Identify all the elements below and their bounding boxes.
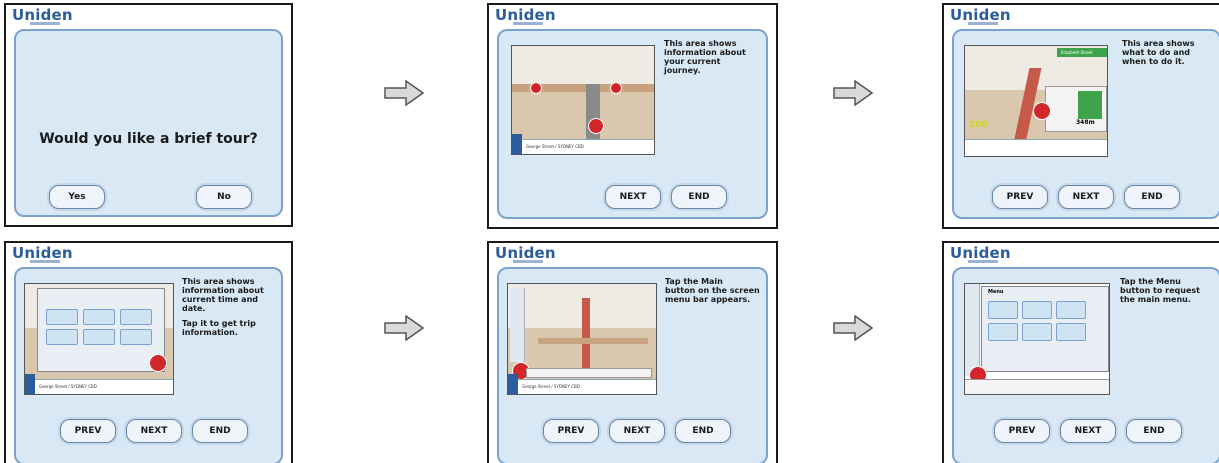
end-button[interactable]: END	[675, 419, 731, 443]
main-menu-window: Menu	[981, 286, 1109, 372]
prev-button[interactable]: PREV	[994, 419, 1050, 443]
navigation-map-preview: George Street / SYDNEY CBD	[511, 45, 655, 155]
tap-pointer-icon	[149, 354, 167, 372]
dialog-panel: George Street / SYDNEY CBD Tap the Main b…	[497, 267, 768, 463]
no-button[interactable]: No	[196, 185, 252, 209]
journey-status-bar[interactable]: George Street / SYDNEY CBD	[512, 139, 654, 154]
end-button[interactable]: END	[1124, 185, 1180, 209]
menu-option[interactable]	[1056, 323, 1086, 341]
next-step-arrow-icon	[384, 314, 425, 342]
route-marker-icon	[610, 82, 622, 94]
menu-option[interactable]	[1022, 301, 1052, 319]
main-button[interactable]	[508, 374, 518, 394]
tour-screen-3: Uniden Elizabeth Street 348m 200 This ar…	[942, 3, 1219, 229]
turn-marker-icon	[1033, 102, 1051, 120]
street-name-sign: Elizabeth Street	[1057, 48, 1107, 57]
logo-tagline	[513, 260, 543, 263]
prev-button[interactable]: PREV	[992, 185, 1048, 209]
menu-option[interactable]	[1056, 301, 1086, 319]
position-marker-icon	[588, 118, 604, 134]
menu-bar[interactable]	[526, 368, 652, 378]
logo-tagline	[968, 22, 998, 25]
menu-bar[interactable]	[965, 379, 1109, 394]
trip-info-window	[37, 288, 165, 372]
dialog-panel: George Street / SYDNEY CBD This area sho…	[14, 267, 283, 463]
side-toolbar	[510, 288, 525, 362]
route-marker-icon	[530, 82, 542, 94]
menu-option[interactable]	[1022, 323, 1052, 341]
turn-arrow-icon	[1078, 91, 1102, 119]
next-step-arrow-icon	[833, 79, 874, 107]
next-button[interactable]: NEXT	[1060, 419, 1116, 443]
dialog-panel: Would you like a brief tour? Yes No	[14, 29, 283, 217]
tour-screen-4: Uniden George Street / SYDNEY CBD This a…	[4, 241, 293, 463]
main-button[interactable]	[25, 374, 35, 394]
tour-question: Would you like a brief tour?	[39, 131, 258, 147]
tour-description: This area shows information about your cur…	[664, 39, 746, 75]
tour-screen-5: Uniden George Street / SYDNEY CBD Tap th…	[487, 241, 778, 463]
logo-tagline	[30, 260, 60, 263]
next-button[interactable]: NEXT	[1058, 185, 1114, 209]
tour-description: Tap the Menu button to request the main me…	[1120, 277, 1200, 304]
journey-status-bar[interactable]	[965, 139, 1107, 156]
next-step-arrow-icon	[833, 314, 874, 342]
side-toolbar	[965, 284, 980, 376]
logo-tagline	[30, 22, 60, 25]
menu-title: Menu	[988, 289, 1004, 295]
tour-screen-1: Uniden Would you like a brief tour? Yes …	[4, 3, 293, 227]
tour-screen-2: Uniden George Street / SYDNEY CBD This a…	[487, 3, 778, 229]
prev-button[interactable]: PREV	[60, 419, 116, 443]
logo-tagline	[513, 22, 543, 25]
navigation-map-preview: Elizabeth Street 348m 200	[964, 45, 1108, 157]
yes-button[interactable]: Yes	[49, 185, 105, 209]
next-step-arrow-icon	[384, 79, 425, 107]
menu-option[interactable]	[988, 301, 1018, 319]
next-button[interactable]: NEXT	[126, 419, 182, 443]
tour-screen-6: Uniden Menu Tap the Menu button to reques…	[942, 241, 1219, 463]
prev-button[interactable]: PREV	[543, 419, 599, 443]
next-button[interactable]: NEXT	[609, 419, 665, 443]
dialog-panel: George Street / SYDNEY CBD This area sho…	[497, 29, 768, 219]
time-date-bar[interactable]: George Street / SYDNEY CBD	[25, 379, 173, 394]
menu-option[interactable]	[988, 323, 1018, 341]
end-button[interactable]: END	[192, 419, 248, 443]
next-button[interactable]: NEXT	[605, 185, 661, 209]
tour-description: This area shows what to do and when to do …	[1122, 39, 1195, 66]
speed-display: 200	[969, 120, 988, 130]
dialog-panel: Menu Tap the Menu button to request the ma…	[952, 267, 1219, 463]
navigation-map-preview: George Street / SYDNEY CBD	[507, 283, 657, 395]
end-button[interactable]: END	[671, 185, 727, 209]
main-button[interactable]	[512, 134, 522, 154]
journey-status-bar[interactable]: George Street / SYDNEY CBD	[508, 379, 656, 394]
dialog-panel: Elizabeth Street 348m 200 This area show…	[952, 29, 1219, 219]
logo-tagline	[968, 260, 998, 263]
trip-info-preview: George Street / SYDNEY CBD	[24, 283, 174, 395]
tour-description: Tap the Main button on the screen menu bar…	[665, 277, 760, 304]
tour-description: This area shows information about current …	[182, 277, 264, 337]
turn-instruction-panel[interactable]: 348m	[1045, 86, 1107, 132]
end-button[interactable]: END	[1126, 419, 1182, 443]
main-menu-preview: Menu	[964, 283, 1110, 395]
